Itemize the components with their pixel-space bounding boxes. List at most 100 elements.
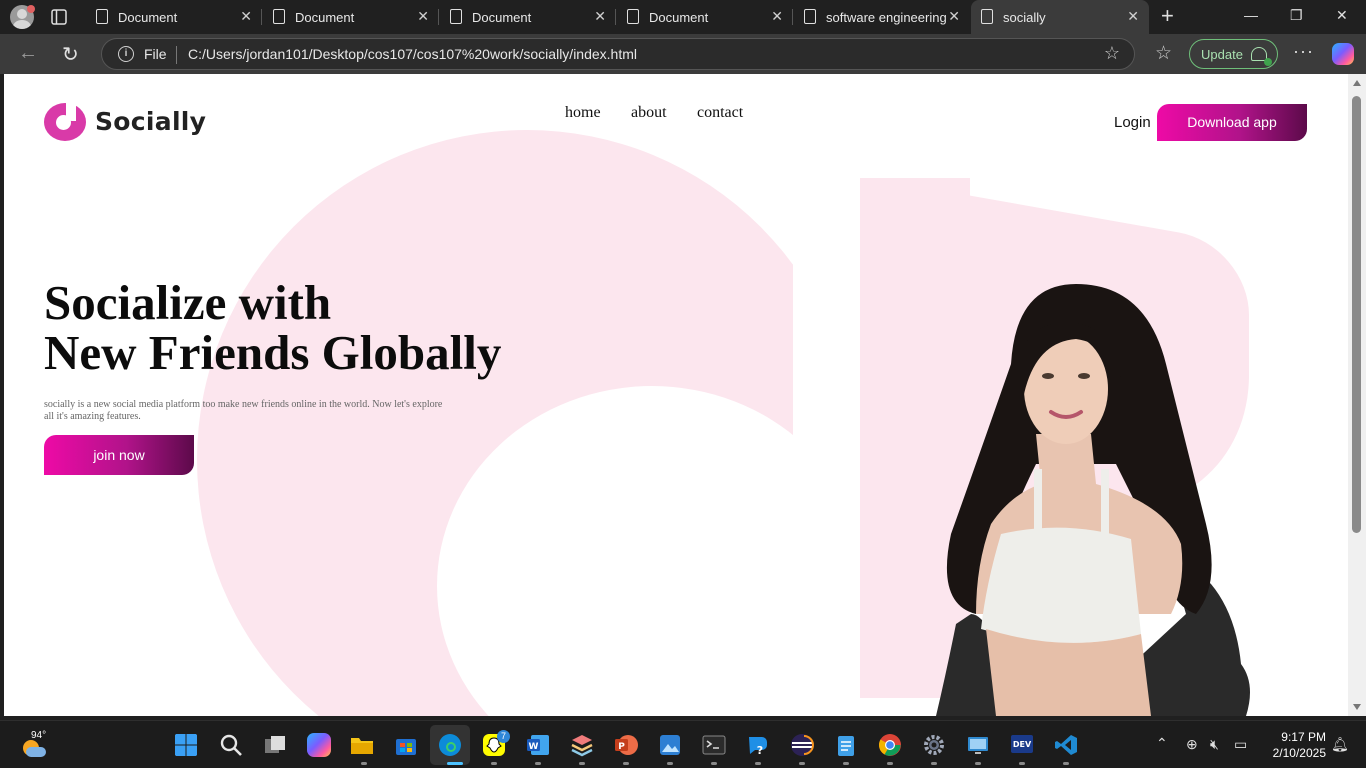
hero-description: socially is a new social media platform … [44,399,443,422]
page-icon [96,9,108,24]
stack-icon[interactable] [570,733,594,757]
store-icon[interactable] [394,733,418,757]
svg-text:P: P [618,742,625,752]
tab-close-icon[interactable]: ✕ [948,8,960,25]
scheme-label: File [144,46,167,62]
info-icon[interactable]: i [118,46,134,62]
tab-title: Document [118,10,178,25]
scroll-down-arrow-icon[interactable] [1353,704,1361,710]
search-icon[interactable] [219,733,243,757]
photos-icon[interactable] [658,733,682,757]
notification-bell-icon[interactable]: 🔔︎ [1331,736,1349,753]
nav-link-about[interactable]: about [631,104,667,122]
remote-desktop-icon[interactable] [966,733,990,757]
help-icon[interactable]: ? [746,733,770,757]
page-scrollbar[interactable] [1348,74,1366,716]
tab-title: Document [472,10,532,25]
copilot-icon[interactable] [307,733,331,757]
edge-icon[interactable] [438,733,462,757]
notepad-icon[interactable] [834,733,858,757]
tab-separator [438,9,439,25]
download-app-button[interactable]: Download app [1157,104,1307,141]
tab-close-icon[interactable]: ✕ [1127,8,1139,25]
word-icon[interactable]: W [526,733,550,757]
svg-text:?: ? [757,744,763,757]
tab-close-icon[interactable]: ✕ [240,8,252,25]
vscode-icon[interactable] [1054,733,1078,757]
running-indicator [711,762,717,765]
scroll-thumb[interactable] [1352,96,1361,533]
svg-text:W: W [529,742,539,752]
powerpoint-icon[interactable]: P [614,733,638,757]
clock[interactable]: 9:17 PM 2/10/2025 [1262,729,1326,761]
logo-text: Socially [95,107,207,136]
update-button[interactable]: Update [1189,39,1278,69]
tab-title: Document [295,10,355,25]
refresh-icon[interactable]: ↻ [62,42,79,67]
browser-tab[interactable]: Document ✕ [617,0,793,34]
close-window-icon[interactable]: ✕ [1336,7,1348,24]
cloud-icon [26,747,46,757]
start-icon[interactable] [174,733,198,757]
tab-separator [261,9,262,25]
eclipse-icon[interactable] [790,733,814,757]
browser-tab[interactable]: Document ✕ [86,0,262,34]
login-link[interactable]: Login [1114,114,1151,131]
task-view-icon[interactable] [263,733,287,757]
background-note-gap [793,134,860,664]
address-bar[interactable]: i File C:/Users/jordan101/Desktop/cos107… [101,38,1135,70]
running-indicator [1019,762,1025,765]
browser-tab-active[interactable]: socially ✕ [971,0,1149,34]
update-heart-icon [1251,47,1272,66]
terminal-icon[interactable] [702,733,726,757]
tab-close-icon[interactable]: ✕ [771,8,783,25]
chrome-icon[interactable] [878,733,902,757]
address-separator [176,46,177,64]
tab-close-icon[interactable]: ✕ [594,8,606,25]
nav-link-contact[interactable]: contact [697,104,743,122]
hero-title: Socialize with New Friends Globally [44,278,501,378]
copilot-icon[interactable] [1332,43,1354,65]
more-menu-icon[interactable]: ··· [1293,41,1314,62]
running-indicator [535,762,541,765]
url-text[interactable]: C:/Users/jordan101/Desktop/cos107/cos107… [188,46,637,62]
browser-tab[interactable]: Document ✕ [440,0,616,34]
minimize-icon[interactable]: — [1244,7,1258,23]
logo-mark-icon [44,101,86,141]
tab-title: Document [649,10,709,25]
speaker-muted-icon[interactable]: 🔇︎ [1210,736,1219,753]
running-indicator [1063,762,1069,765]
page-viewport: Socially home about contact Login Downlo… [4,74,1348,716]
new-tab-icon[interactable]: + [1161,5,1174,27]
battery-icon[interactable]: ▭ [1234,736,1247,753]
favorite-star-icon[interactable]: ☆ [1104,43,1120,64]
tab-actions-icon[interactable] [50,8,68,26]
show-hidden-icons-icon[interactable]: ⌃ [1156,735,1168,752]
tab-title: software engineering [826,10,947,25]
devhome-icon[interactable]: DEV [1010,733,1034,757]
running-indicator [755,762,761,765]
running-indicator [975,762,981,765]
network-globe-icon[interactable]: ⊕ [1186,736,1198,753]
browser-tab[interactable]: software engineering ✕ [794,0,970,34]
page-icon [450,9,462,24]
file-explorer-icon[interactable] [350,733,374,757]
settings-icon[interactable] [922,733,946,757]
running-indicator [799,762,805,765]
weather-temperature: 94° [31,730,47,741]
tab-title: socially [1003,10,1046,25]
nav-link-home[interactable]: home [565,104,601,122]
tab-close-icon[interactable]: ✕ [417,8,429,25]
back-arrow-icon[interactable]: ← [18,42,38,65]
hero-person-photo [936,284,1250,716]
browser-toolbar: ← ↻ i File C:/Users/jordan101/Desktop/co… [0,34,1366,74]
running-indicator [887,762,893,765]
favorites-icon[interactable]: ☆ [1155,42,1172,65]
tab-separator [792,9,793,25]
windows-taskbar: 94° 7 W P ? DEV ⌃ ⊕ 🔇︎ ▭ 9:17 PM 2/10/20… [0,720,1366,768]
profile-notification-dot [27,5,35,13]
browser-tab[interactable]: Document ✕ [263,0,439,34]
restore-icon[interactable]: ❐ [1290,7,1303,24]
scroll-up-arrow-icon[interactable] [1353,80,1361,86]
join-now-button[interactable]: join now [44,435,194,475]
